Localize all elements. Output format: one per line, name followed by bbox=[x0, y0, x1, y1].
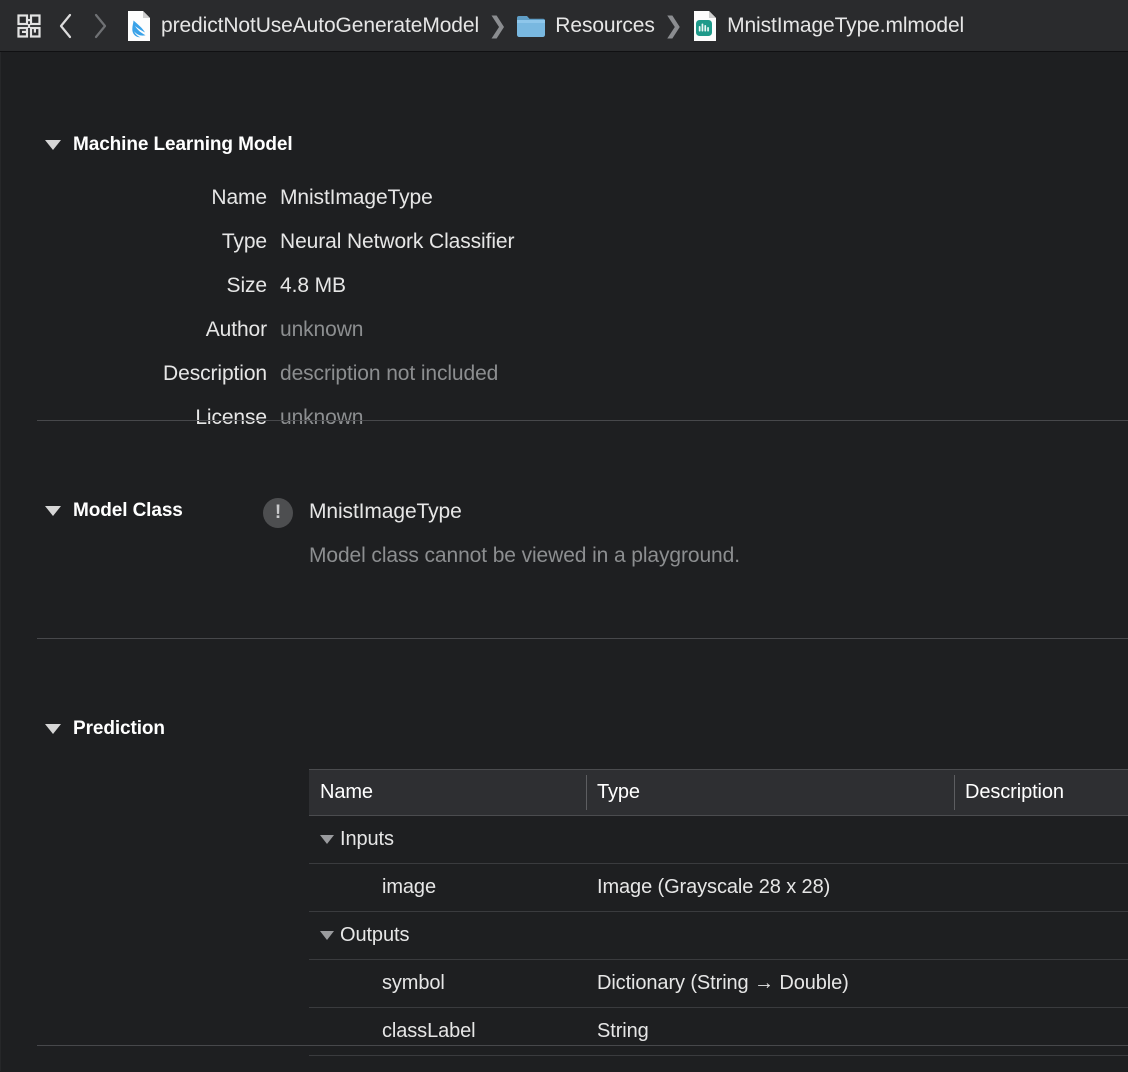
attribute-label-license: License bbox=[195, 406, 267, 429]
back-button[interactable] bbox=[49, 6, 83, 46]
attribute-row-name: Name MnistImageType bbox=[9, 186, 433, 210]
table-cell-name: classLabel bbox=[382, 1020, 476, 1042]
attribute-label-name: Name bbox=[211, 186, 267, 209]
swift-file-icon bbox=[128, 10, 150, 41]
attribute-label-type: Type bbox=[221, 230, 267, 253]
section-header-model-class[interactable]: Model Class bbox=[45, 500, 183, 522]
attribute-value-author: unknown bbox=[280, 318, 364, 341]
disclosure-triangle-icon[interactable] bbox=[320, 931, 334, 940]
warning-glyph: ! bbox=[274, 501, 282, 523]
attribute-value-description: description not included bbox=[280, 362, 499, 385]
breadcrumb-item-file[interactable]: MnistImageType.mlmodel bbox=[692, 6, 964, 46]
breadcrumb-separator: ❯ bbox=[488, 12, 508, 38]
attribute-row-type: Type Neural Network Classifier bbox=[9, 230, 515, 254]
table-cell-name: symbol bbox=[382, 972, 445, 994]
chevron-left-icon bbox=[59, 13, 72, 38]
disclosure-triangle-icon[interactable] bbox=[45, 724, 61, 734]
table-cell-type: String bbox=[597, 1020, 649, 1042]
warning-exclamation-icon: ! bbox=[263, 498, 293, 528]
disclosure-triangle-icon[interactable] bbox=[45, 140, 61, 150]
attribute-value-type: Neural Network Classifier bbox=[280, 230, 515, 253]
breadcrumb-label-file: MnistImageType.mlmodel bbox=[727, 13, 965, 37]
model-class-name: MnistImageType bbox=[309, 500, 462, 523]
column-header-type[interactable]: Type bbox=[586, 770, 954, 815]
attribute-value-size: 4.8 MB bbox=[280, 274, 346, 297]
table-group-row-outputs[interactable]: Outputs bbox=[309, 912, 1128, 960]
column-header-description[interactable]: Description bbox=[954, 770, 1128, 815]
section-header-prediction[interactable]: Prediction bbox=[45, 718, 165, 740]
section-divider-1 bbox=[37, 420, 1128, 421]
attribute-label-author: Author bbox=[205, 318, 267, 341]
attribute-row-license: License unknown bbox=[9, 406, 363, 430]
table-row[interactable]: symbol Dictionary (String → Double) bbox=[309, 960, 1128, 1008]
section-title-prediction: Prediction bbox=[73, 718, 165, 739]
section-divider-2 bbox=[37, 638, 1128, 639]
forward-button[interactable] bbox=[83, 6, 117, 46]
folder-icon bbox=[517, 15, 546, 37]
table-cell-type: Image (Grayscale 28 x 28) bbox=[597, 876, 831, 898]
editor-options-button[interactable] bbox=[9, 6, 49, 46]
table-cell-name: image bbox=[382, 876, 436, 898]
attribute-value-name: MnistImageType bbox=[280, 186, 433, 209]
jump-bar: predictNotUseAutoGenerateModel ❯ Resourc… bbox=[0, 0, 1128, 52]
chevron-right-icon bbox=[94, 13, 107, 38]
section-title-model-class: Model Class bbox=[73, 500, 183, 521]
table-group-row-inputs[interactable]: Inputs bbox=[309, 816, 1128, 864]
attribute-row-size: Size 4.8 MB bbox=[9, 274, 346, 298]
breadcrumb-item-folder[interactable]: Resources bbox=[516, 6, 655, 46]
section-divider-3 bbox=[37, 1045, 1128, 1046]
prediction-table: Name Type Description Inputs image Image… bbox=[309, 769, 1128, 1056]
attribute-label-size: Size bbox=[226, 274, 268, 297]
disclosure-triangle-icon[interactable] bbox=[320, 835, 334, 844]
section-title-machine-learning-model: Machine Learning Model bbox=[73, 134, 293, 155]
breadcrumb-label-folder: Resources bbox=[555, 13, 655, 37]
column-header-name[interactable]: Name bbox=[309, 770, 586, 815]
attribute-row-description: Description description not included bbox=[9, 362, 498, 386]
model-editor-pane: Machine Learning Model Name MnistImageTy… bbox=[0, 52, 1128, 1071]
breadcrumb-label-project: predictNotUseAutoGenerateModel bbox=[161, 13, 480, 37]
section-header-machine-learning-model[interactable]: Machine Learning Model bbox=[45, 134, 293, 156]
table-group-name-cell: Outputs bbox=[309, 924, 586, 947]
mlmodel-file-icon bbox=[694, 10, 717, 41]
table-header-row: Name Type Description bbox=[309, 770, 1128, 816]
disclosure-triangle-icon[interactable] bbox=[45, 506, 61, 516]
breadcrumb-separator-2: ❯ bbox=[663, 12, 684, 38]
attribute-row-author: Author unknown bbox=[9, 318, 364, 342]
grid-icon bbox=[17, 13, 41, 38]
table-row[interactable]: classLabel String bbox=[309, 1008, 1128, 1056]
table-group-label-inputs: Inputs bbox=[340, 828, 394, 850]
breadcrumb-item-project[interactable]: predictNotUseAutoGenerateModel bbox=[126, 6, 479, 46]
model-class-note: Model class cannot be viewed in a playgr… bbox=[309, 544, 740, 567]
table-group-name-cell: Inputs bbox=[309, 828, 586, 851]
table-row[interactable]: image Image (Grayscale 28 x 28) bbox=[309, 864, 1128, 912]
attribute-value-license: unknown bbox=[280, 406, 364, 429]
table-group-label-outputs: Outputs bbox=[340, 924, 410, 946]
attribute-label-description: Description bbox=[163, 362, 267, 385]
table-cell-type: Dictionary (String → Double) bbox=[597, 972, 849, 994]
